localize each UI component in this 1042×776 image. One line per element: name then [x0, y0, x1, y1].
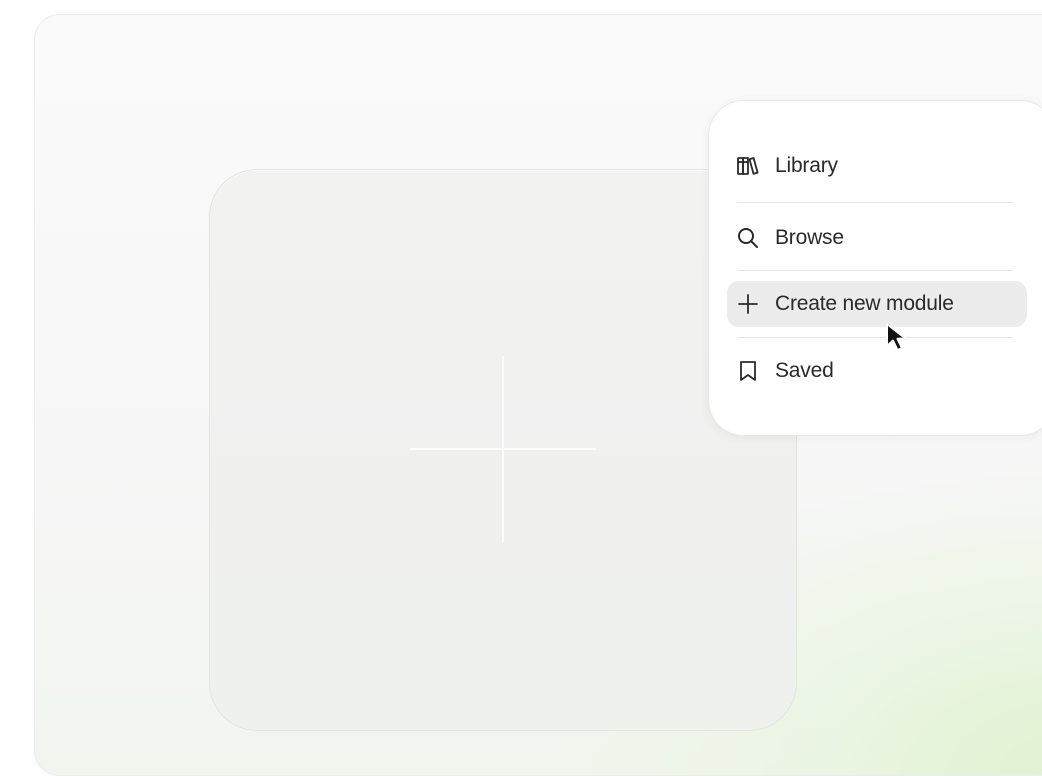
- plus-icon: [737, 293, 759, 315]
- tile-plus-icon-horizontal: [410, 448, 596, 450]
- mouse-cursor-icon: [886, 323, 907, 351]
- library-icon: [737, 155, 759, 177]
- menu-item-label: Saved: [775, 359, 834, 382]
- menu-item-browse[interactable]: Browse: [727, 215, 1027, 261]
- search-icon: [737, 227, 759, 249]
- menu-item-label: Library: [775, 154, 838, 177]
- menu-item-saved[interactable]: Saved: [727, 348, 1027, 394]
- bookmark-icon: [737, 360, 759, 382]
- menu-item-library[interactable]: Library: [727, 143, 1027, 189]
- menu-item-label: Browse: [775, 226, 844, 249]
- menu-divider: [737, 202, 1013, 203]
- menu-item-create-new-module[interactable]: Create new module: [727, 281, 1027, 327]
- module-menu: Library Browse Create new module Saved: [708, 100, 1042, 436]
- menu-divider: [737, 270, 1013, 271]
- menu-item-label: Create new module: [775, 292, 954, 315]
- menu-divider: [737, 337, 1013, 338]
